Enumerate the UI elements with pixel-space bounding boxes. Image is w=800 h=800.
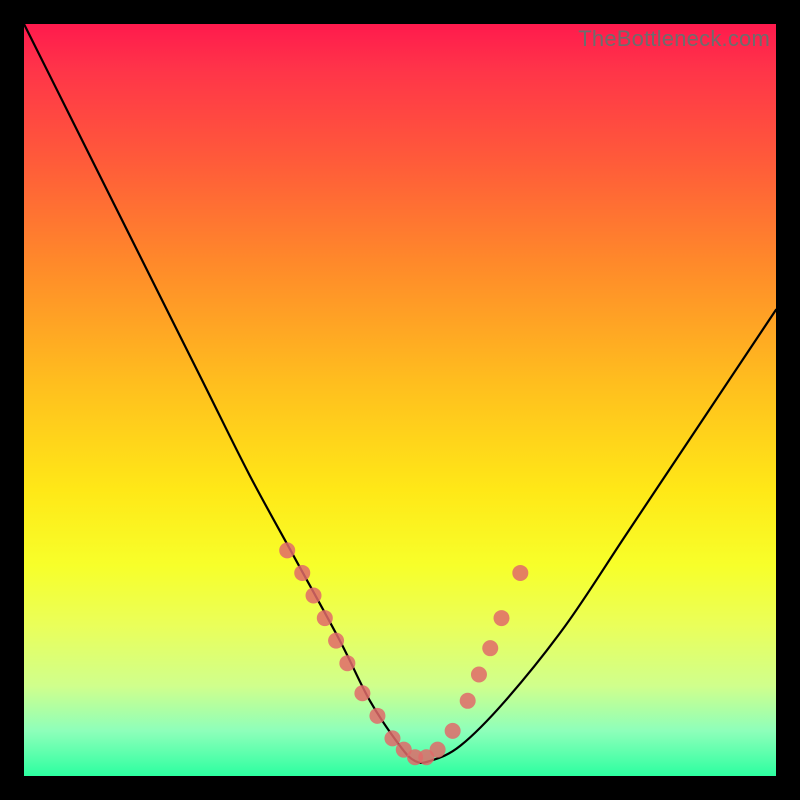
highlight-point [460, 693, 476, 709]
highlight-point [494, 610, 510, 626]
highlight-point [317, 610, 333, 626]
highlight-point [369, 708, 385, 724]
highlight-point [328, 633, 344, 649]
bottleneck-curve [24, 24, 776, 763]
plot-area: TheBottleneck.com [24, 24, 776, 776]
highlight-points [279, 542, 528, 765]
curve-layer [24, 24, 776, 776]
highlight-point [339, 655, 355, 671]
highlight-point [482, 640, 498, 656]
highlight-point [445, 723, 461, 739]
highlight-point [384, 730, 400, 746]
highlight-point [294, 565, 310, 581]
highlight-point [279, 542, 295, 558]
highlight-point [306, 588, 322, 604]
highlight-point [471, 666, 487, 682]
highlight-point [354, 685, 370, 701]
highlight-point [512, 565, 528, 581]
highlight-point [430, 742, 446, 758]
chart-stage: TheBottleneck.com [0, 0, 800, 800]
